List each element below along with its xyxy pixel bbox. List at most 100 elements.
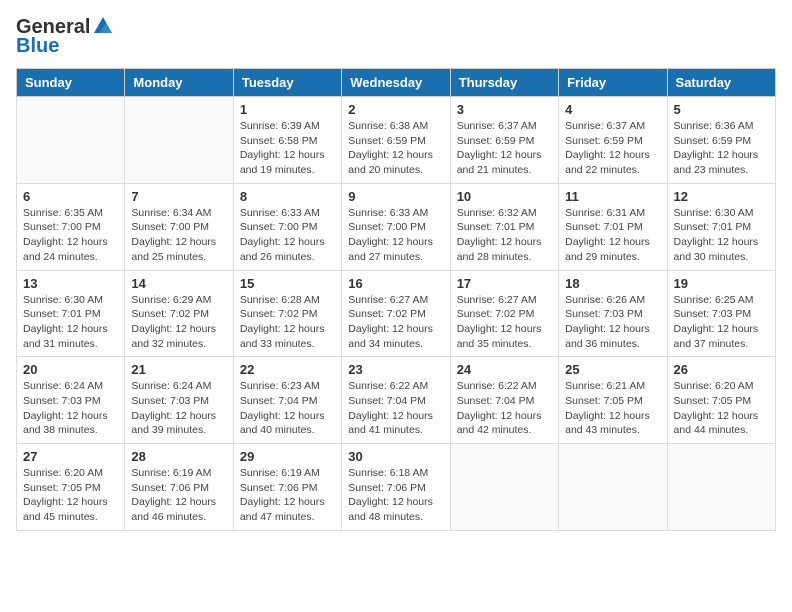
calendar-cell: 28 Sunrise: 6:19 AM Sunset: 7:06 PM Dayli… <box>125 444 233 531</box>
day-info: Sunrise: 6:28 AM Sunset: 7:02 PM Dayligh… <box>240 293 335 352</box>
day-info: Sunrise: 6:31 AM Sunset: 7:01 PM Dayligh… <box>565 206 660 265</box>
calendar-cell: 26Sunrise: 6:20 AM Sunset: 7:05 PM Dayli… <box>667 357 775 444</box>
day-number: 27 <box>23 449 118 464</box>
day-info: Sunrise: 6:24 AM Sunset: 7:03 PM Dayligh… <box>23 379 118 438</box>
calendar-cell: 7 Sunrise: 6:34 AM Sunset: 7:00 PM Daylig… <box>125 183 233 270</box>
calendar-cell: 11 Sunrise: 6:31 AM Sunset: 7:01 PM Dayli… <box>559 183 667 270</box>
day-info: Sunrise: 6:18 AM Sunset: 7:06 PM Dayligh… <box>348 466 443 525</box>
day-number: 11 <box>565 189 660 204</box>
day-info: Sunrise: 6:34 AM Sunset: 7:00 PM Dayligh… <box>131 206 226 265</box>
logo-icon <box>92 15 114 37</box>
calendar-cell: 16 Sunrise: 6:27 AM Sunset: 7:02 PM Dayli… <box>342 270 450 357</box>
day-info: Sunrise: 6:33 AM Sunset: 7:00 PM Dayligh… <box>240 206 335 265</box>
day-info: Sunrise: 6:27 AM Sunset: 7:02 PM Dayligh… <box>457 293 552 352</box>
day-number: 30 <box>348 449 443 464</box>
day-number: 19 <box>674 276 769 291</box>
day-number: 1 <box>240 102 335 117</box>
day-number: 12 <box>674 189 769 204</box>
calendar-cell: 22 Sunrise: 6:23 AM Sunset: 7:04 PM Dayli… <box>233 357 341 444</box>
day-number: 22 <box>240 362 335 377</box>
calendar-cell: 13 Sunrise: 6:30 AM Sunset: 7:01 PM Dayli… <box>17 270 125 357</box>
day-info: Sunrise: 6:19 AM Sunset: 7:06 PM Dayligh… <box>131 466 226 525</box>
day-number: 28 <box>131 449 226 464</box>
calendar-cell: 23Sunrise: 6:22 AM Sunset: 7:04 PM Dayli… <box>342 357 450 444</box>
day-info: Sunrise: 6:37 AM Sunset: 6:59 PM Dayligh… <box>457 119 552 178</box>
calendar-cell: 2 Sunrise: 6:38 AM Sunset: 6:59 PM Daylig… <box>342 97 450 184</box>
header-row: SundayMondayTuesdayWednesdayThursdayFrid… <box>17 69 776 97</box>
day-info: Sunrise: 6:20 AM Sunset: 7:05 PM Dayligh… <box>674 379 769 438</box>
calendar-cell: 10Sunrise: 6:32 AM Sunset: 7:01 PM Dayli… <box>450 183 558 270</box>
day-number: 3 <box>457 102 552 117</box>
calendar-cell: 18Sunrise: 6:26 AM Sunset: 7:03 PM Dayli… <box>559 270 667 357</box>
day-info: Sunrise: 6:27 AM Sunset: 7:02 PM Dayligh… <box>348 293 443 352</box>
day-info: Sunrise: 6:35 AM Sunset: 7:00 PM Dayligh… <box>23 206 118 265</box>
calendar-cell: 15 Sunrise: 6:28 AM Sunset: 7:02 PM Dayli… <box>233 270 341 357</box>
calendar-body: 1 Sunrise: 6:39 AM Sunset: 6:58 PM Daylig… <box>17 97 776 531</box>
day-of-week-header: Sunday <box>17 69 125 97</box>
calendar-cell: 25Sunrise: 6:21 AM Sunset: 7:05 PM Dayli… <box>559 357 667 444</box>
day-of-week-header: Thursday <box>450 69 558 97</box>
calendar-cell: 24 Sunrise: 6:22 AM Sunset: 7:04 PM Dayli… <box>450 357 558 444</box>
calendar-cell: 3 Sunrise: 6:37 AM Sunset: 6:59 PM Daylig… <box>450 97 558 184</box>
day-of-week-header: Wednesday <box>342 69 450 97</box>
calendar-cell: 14 Sunrise: 6:29 AM Sunset: 7:02 PM Dayli… <box>125 270 233 357</box>
logo-blue-text: Blue <box>16 35 59 58</box>
calendar: SundayMondayTuesdayWednesdayThursdayFrid… <box>16 68 776 531</box>
day-number: 20 <box>23 362 118 377</box>
week-row: 20 Sunrise: 6:24 AM Sunset: 7:03 PM Dayli… <box>17 357 776 444</box>
calendar-cell: 9Sunrise: 6:33 AM Sunset: 7:00 PM Daylig… <box>342 183 450 270</box>
week-row: 1 Sunrise: 6:39 AM Sunset: 6:58 PM Daylig… <box>17 97 776 184</box>
calendar-cell: 30 Sunrise: 6:18 AM Sunset: 7:06 PM Dayli… <box>342 444 450 531</box>
calendar-cell: 17Sunrise: 6:27 AM Sunset: 7:02 PM Dayli… <box>450 270 558 357</box>
day-number: 8 <box>240 189 335 204</box>
header: General Blue <box>16 16 776 58</box>
calendar-header: SundayMondayTuesdayWednesdayThursdayFrid… <box>17 69 776 97</box>
calendar-cell: 19 Sunrise: 6:25 AM Sunset: 7:03 PM Dayli… <box>667 270 775 357</box>
day-number: 2 <box>348 102 443 117</box>
calendar-cell: 4Sunrise: 6:37 AM Sunset: 6:59 PM Daylig… <box>559 97 667 184</box>
day-info: Sunrise: 6:38 AM Sunset: 6:59 PM Dayligh… <box>348 119 443 178</box>
calendar-cell: 29Sunrise: 6:19 AM Sunset: 7:06 PM Dayli… <box>233 444 341 531</box>
day-number: 16 <box>348 276 443 291</box>
day-info: Sunrise: 6:20 AM Sunset: 7:05 PM Dayligh… <box>23 466 118 525</box>
calendar-cell <box>17 97 125 184</box>
week-row: 13 Sunrise: 6:30 AM Sunset: 7:01 PM Dayli… <box>17 270 776 357</box>
day-number: 5 <box>674 102 769 117</box>
calendar-cell: 21 Sunrise: 6:24 AM Sunset: 7:03 PM Dayli… <box>125 357 233 444</box>
calendar-cell <box>559 444 667 531</box>
day-of-week-header: Saturday <box>667 69 775 97</box>
logo: General Blue <box>16 16 114 58</box>
day-of-week-header: Friday <box>559 69 667 97</box>
day-info: Sunrise: 6:23 AM Sunset: 7:04 PM Dayligh… <box>240 379 335 438</box>
day-info: Sunrise: 6:30 AM Sunset: 7:01 PM Dayligh… <box>23 293 118 352</box>
day-info: Sunrise: 6:21 AM Sunset: 7:05 PM Dayligh… <box>565 379 660 438</box>
day-number: 7 <box>131 189 226 204</box>
calendar-cell: 8 Sunrise: 6:33 AM Sunset: 7:00 PM Daylig… <box>233 183 341 270</box>
day-info: Sunrise: 6:22 AM Sunset: 7:04 PM Dayligh… <box>457 379 552 438</box>
day-number: 6 <box>23 189 118 204</box>
day-info: Sunrise: 6:39 AM Sunset: 6:58 PM Dayligh… <box>240 119 335 178</box>
calendar-cell: 27 Sunrise: 6:20 AM Sunset: 7:05 PM Dayli… <box>17 444 125 531</box>
day-of-week-header: Monday <box>125 69 233 97</box>
day-info: Sunrise: 6:24 AM Sunset: 7:03 PM Dayligh… <box>131 379 226 438</box>
calendar-cell <box>450 444 558 531</box>
day-number: 21 <box>131 362 226 377</box>
day-number: 18 <box>565 276 660 291</box>
day-number: 15 <box>240 276 335 291</box>
day-number: 4 <box>565 102 660 117</box>
day-info: Sunrise: 6:25 AM Sunset: 7:03 PM Dayligh… <box>674 293 769 352</box>
day-info: Sunrise: 6:36 AM Sunset: 6:59 PM Dayligh… <box>674 119 769 178</box>
day-info: Sunrise: 6:30 AM Sunset: 7:01 PM Dayligh… <box>674 206 769 265</box>
calendar-cell: 1 Sunrise: 6:39 AM Sunset: 6:58 PM Daylig… <box>233 97 341 184</box>
week-row: 6 Sunrise: 6:35 AM Sunset: 7:00 PM Daylig… <box>17 183 776 270</box>
day-of-week-header: Tuesday <box>233 69 341 97</box>
day-info: Sunrise: 6:29 AM Sunset: 7:02 PM Dayligh… <box>131 293 226 352</box>
calendar-cell: 6 Sunrise: 6:35 AM Sunset: 7:00 PM Daylig… <box>17 183 125 270</box>
day-number: 14 <box>131 276 226 291</box>
day-number: 29 <box>240 449 335 464</box>
day-info: Sunrise: 6:22 AM Sunset: 7:04 PM Dayligh… <box>348 379 443 438</box>
day-number: 10 <box>457 189 552 204</box>
day-number: 13 <box>23 276 118 291</box>
day-number: 24 <box>457 362 552 377</box>
calendar-cell: 5 Sunrise: 6:36 AM Sunset: 6:59 PM Daylig… <box>667 97 775 184</box>
